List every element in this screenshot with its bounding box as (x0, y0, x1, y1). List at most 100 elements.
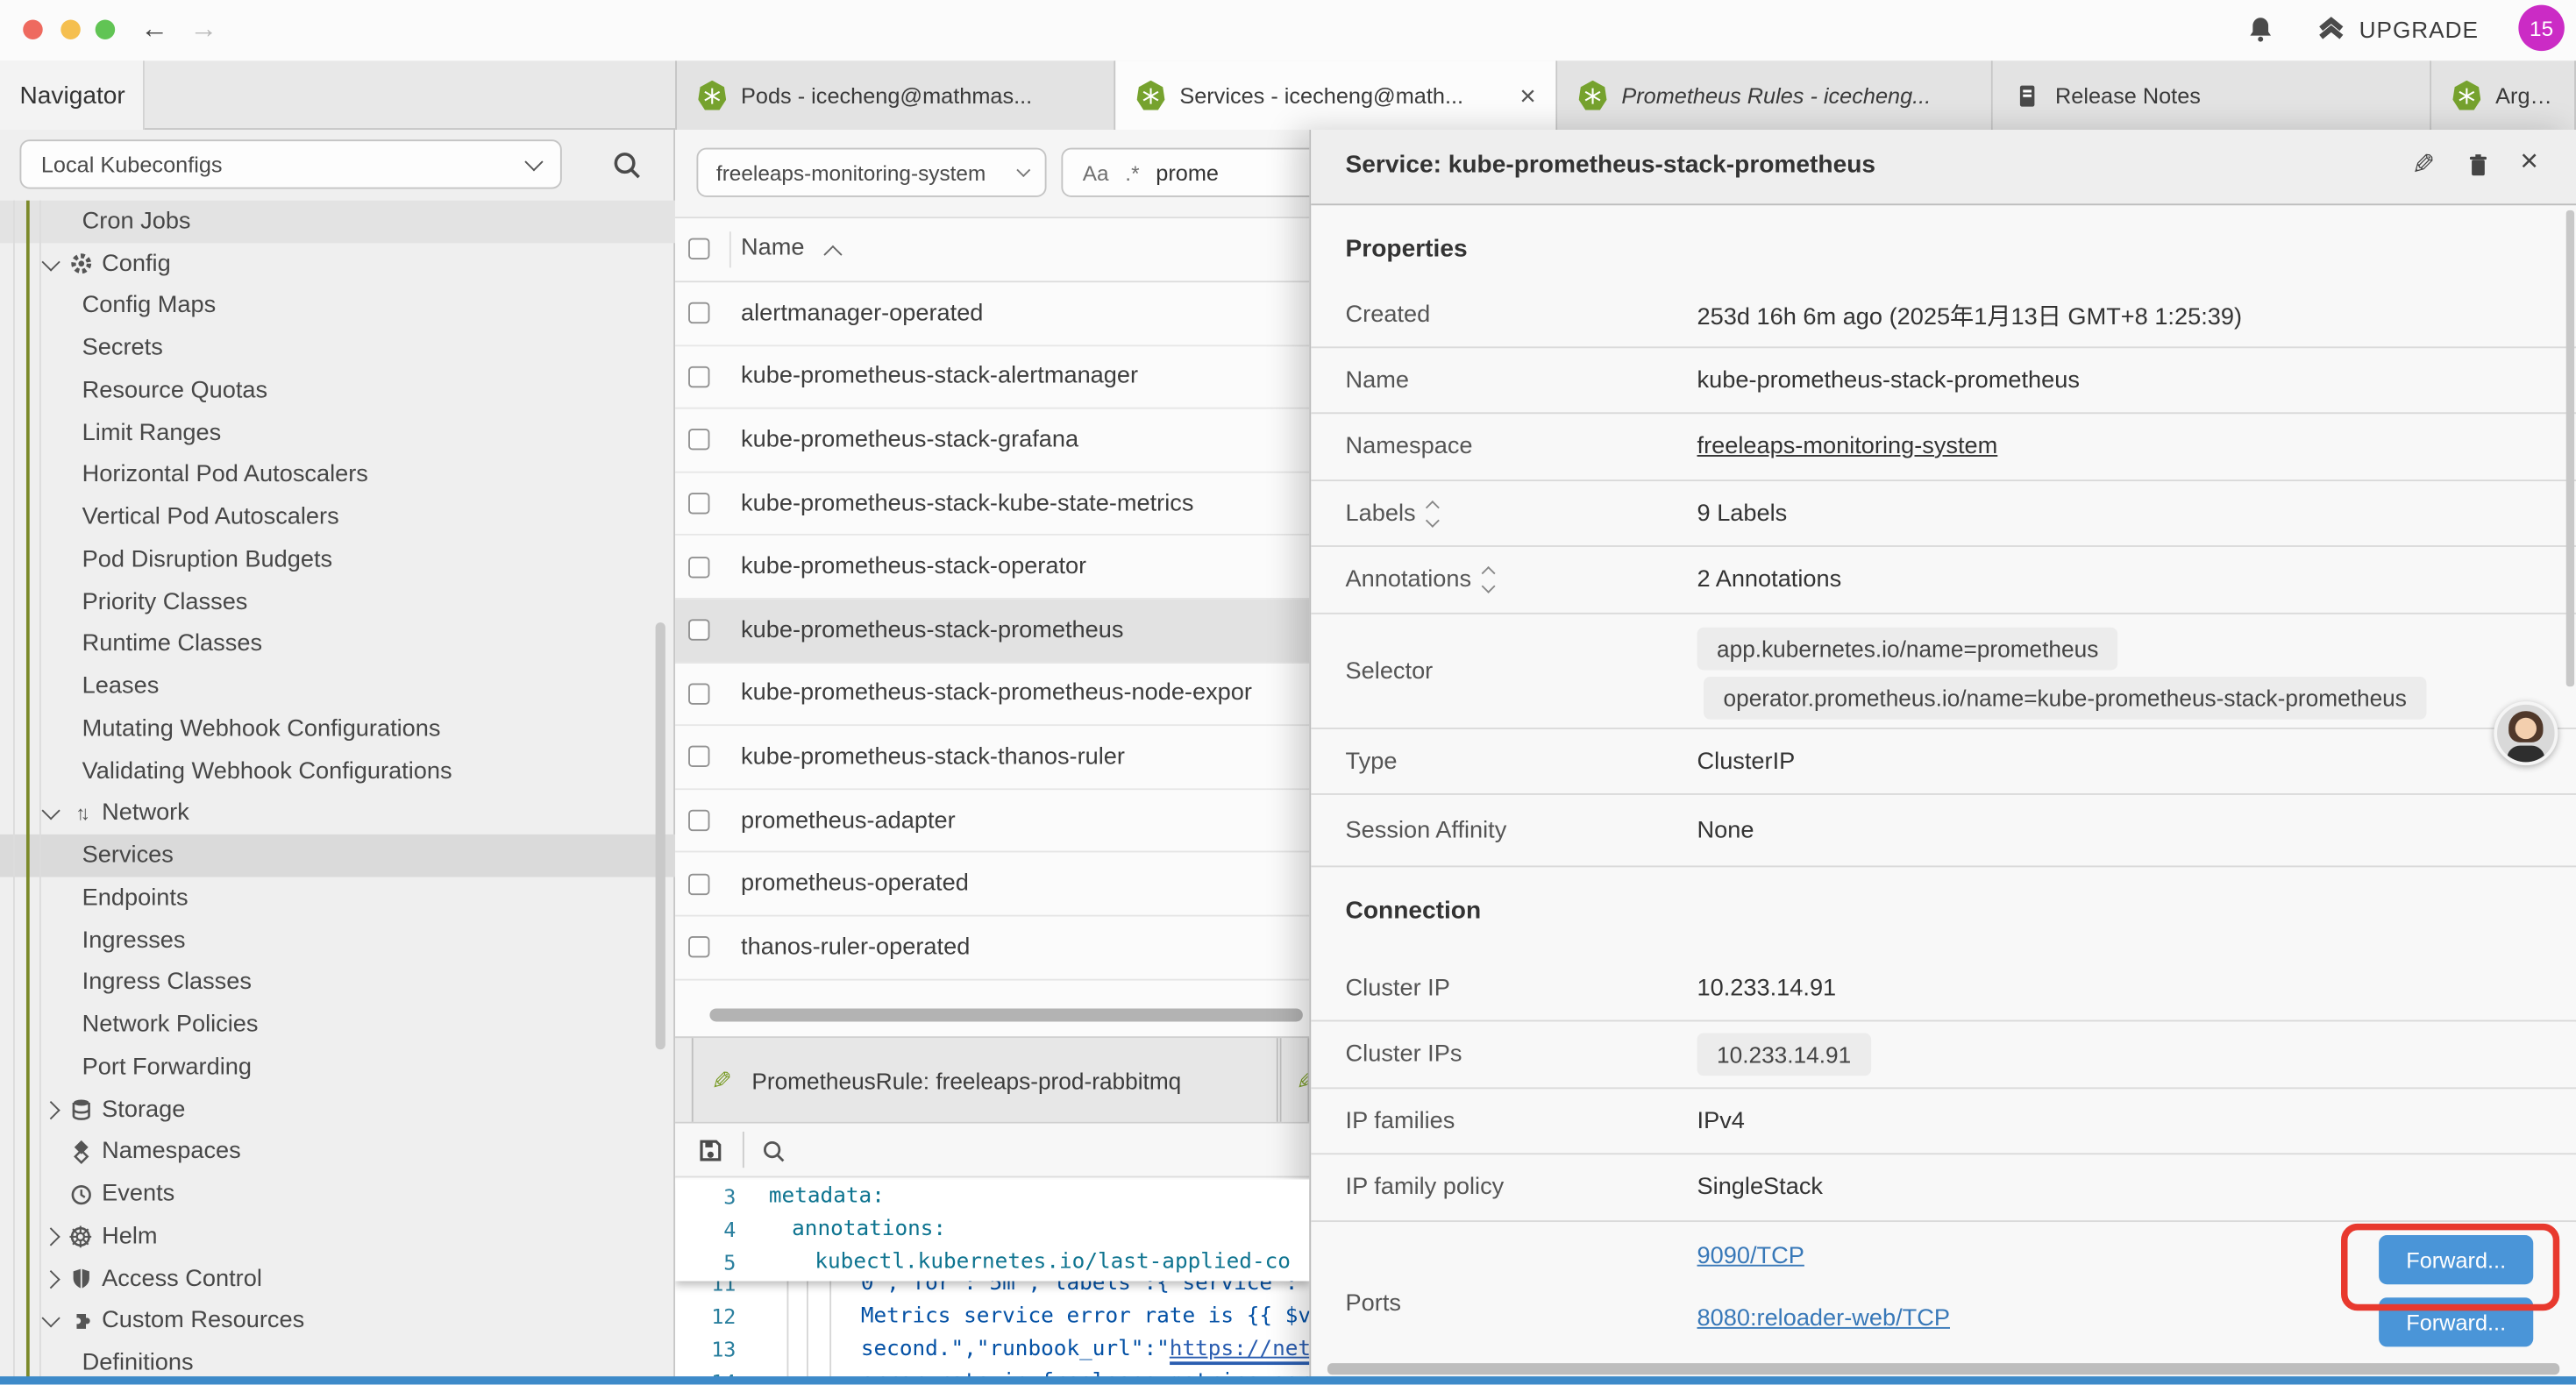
table-row[interactable]: prometheus-operated (675, 853, 1309, 916)
sidebar-item-network-policies[interactable]: Network Policies (0, 1004, 675, 1046)
sidebar-item-mutating-webhook-configurations[interactable]: Mutating Webhook Configurations (0, 708, 675, 750)
save-icon[interactable] (696, 1137, 724, 1165)
name-column-header[interactable]: Name (741, 235, 804, 261)
select-all-checkbox[interactable] (688, 238, 709, 259)
tab-prometheus[interactable]: Prometheus Rules - icecheng... (1557, 60, 1993, 130)
notification-badge[interactable]: 15 (2518, 5, 2564, 51)
row-checkbox[interactable] (688, 493, 709, 514)
sidebar-item-services[interactable]: Services (0, 835, 675, 877)
row-checkbox[interactable] (688, 747, 709, 768)
table-row[interactable]: kube-prometheus-stack-kube-state-metrics (675, 472, 1309, 536)
sidebar-item-resource-quotas[interactable]: Resource Quotas (0, 370, 675, 412)
navigator-panel-tab[interactable]: Navigator (0, 60, 145, 130)
sidebar-item-vertical-pod-autoscalers[interactable]: Vertical Pod Autoscalers (0, 496, 675, 538)
close-tab-icon[interactable]: × (1519, 82, 1536, 110)
match-case-toggle[interactable]: Aa (1083, 160, 1109, 185)
sidebar-item-runtime-classes[interactable]: Runtime Classes (0, 623, 675, 665)
close-icon[interactable]: × (2520, 145, 2538, 181)
chevron-right-icon[interactable] (41, 1226, 60, 1246)
sort-ascending-icon[interactable] (823, 245, 842, 264)
tab-argo[interactable]: Argo Se (2431, 60, 2576, 130)
editor-tab-prometheusrule[interactable]: ✎ PrometheusRule: freeleaps-prod-rabbitm… (692, 1038, 1278, 1122)
table-row[interactable]: alertmanager-operated (675, 282, 1309, 345)
bell-icon[interactable] (2245, 15, 2275, 45)
expand-icon[interactable] (1427, 501, 1437, 524)
sidebar-item-ingresses[interactable]: Ingresses (0, 920, 675, 962)
row-checkbox[interactable] (688, 683, 709, 704)
namespace-selector[interactable]: freeleaps-monitoring-system (696, 148, 1046, 197)
forward-button[interactable]: Forward... (2379, 1297, 2533, 1346)
table-row[interactable]: kube-prometheus-stack-operator (675, 536, 1309, 600)
kubeconfig-selector[interactable]: Local Kubeconfigs (19, 139, 561, 188)
sidebar-item-helm[interactable]: Helm (0, 1216, 675, 1258)
upgrade-button[interactable]: UPGRADE (2315, 15, 2479, 45)
sidebar-item-priority-classes[interactable]: Priority Classes (0, 581, 675, 623)
sidebar-item-port-forwarding[interactable]: Port Forwarding (0, 1047, 675, 1089)
sidebar-item-ingress-classes[interactable]: Ingress Classes (0, 962, 675, 1004)
sidebar-item-config-maps[interactable]: Config Maps (0, 285, 675, 327)
row-checkbox[interactable] (688, 366, 709, 387)
chevron-right-icon[interactable] (41, 1100, 60, 1119)
minimize-window-button[interactable] (60, 19, 80, 39)
close-window-button[interactable] (23, 19, 42, 39)
sidebar-item-endpoints[interactable]: Endpoints (0, 877, 675, 920)
sidebar-item-custom-resources[interactable]: Custom Resources (0, 1300, 675, 1342)
sidebar-scrollbar[interactable] (656, 622, 665, 1049)
tab-pods[interactable]: Pods - icecheng@mathmas... (675, 60, 1115, 130)
sidebar-item-config[interactable]: Config (0, 243, 675, 285)
editor-search-icon[interactable] (761, 1138, 787, 1164)
sidebar-item-leases[interactable]: Leases (0, 665, 675, 707)
table-search-input[interactable]: Aa .* prome (1061, 148, 1324, 197)
row-checkbox[interactable] (688, 873, 709, 894)
regex-toggle[interactable]: .* (1125, 160, 1139, 185)
sidebar-item-validating-webhook-configurations[interactable]: Validating Webhook Configurations (0, 750, 675, 792)
sidebar-item-access-control[interactable]: Access Control (0, 1258, 675, 1300)
row-checkbox[interactable] (688, 936, 709, 957)
row-checkbox[interactable] (688, 430, 709, 451)
avatar[interactable] (2494, 701, 2558, 765)
sidebar-item-secrets[interactable]: Secrets (0, 327, 675, 369)
chevron-down-icon[interactable] (41, 1311, 60, 1331)
back-arrow-icon[interactable]: ← (135, 10, 174, 49)
table-row[interactable]: thanos-ruler-operated (675, 916, 1309, 979)
row-checkbox[interactable] (688, 810, 709, 831)
sidebar-item-storage[interactable]: Storage (0, 1089, 675, 1131)
namespace-link[interactable]: freeleaps-monitoring-system (1697, 434, 1998, 460)
sidebar-item-namespaces[interactable]: Namespaces (0, 1131, 675, 1173)
sidebar-item-cron-jobs[interactable]: Cron Jobs (0, 201, 675, 243)
maximize-window-button[interactable] (96, 19, 115, 39)
trash-icon[interactable] (2465, 151, 2493, 179)
table-row[interactable]: kube-prometheus-stack-grafana (675, 409, 1309, 472)
table-row[interactable]: kube-prometheus-stack-prometheus-node-ex… (675, 663, 1309, 726)
forward-arrow-icon[interactable]: → (184, 10, 224, 49)
sidebar-item-pod-disruption-budgets[interactable]: Pod Disruption Budgets (0, 539, 675, 581)
row-checkbox[interactable] (688, 302, 709, 323)
row-checkbox[interactable] (688, 557, 709, 578)
sidebar-item-label: Leases (82, 673, 160, 700)
table-row[interactable]: kube-prometheus-stack-alertmanager (675, 346, 1309, 409)
yaml-editor[interactable]: 110","for":"5m","labels":{"service":12Me… (675, 1179, 1309, 1384)
table-horizontal-scrollbar[interactable] (709, 1008, 1302, 1021)
drawer-horizontal-scrollbar[interactable] (1327, 1363, 2559, 1374)
drawer-vertical-scrollbar[interactable] (2566, 210, 2574, 686)
chevron-down-icon[interactable] (41, 254, 60, 273)
tab-release[interactable]: Release Notes (1993, 60, 2431, 130)
table-row[interactable]: kube-prometheus-stack-thanos-ruler (675, 726, 1309, 789)
port-link[interactable]: 9090/TCP (1697, 1243, 1804, 1269)
expand-icon[interactable] (1483, 568, 1492, 591)
edit-pencil-icon[interactable]: ✎ (2412, 150, 2436, 182)
port-link[interactable]: 8080:reloader-web/TCP (1697, 1306, 1950, 1332)
chevron-right-icon[interactable] (41, 1269, 60, 1289)
sidebar-item-horizontal-pod-autoscalers[interactable]: Horizontal Pod Autoscalers (0, 454, 675, 496)
chevron-down-icon[interactable] (41, 804, 60, 823)
editor-tab-partial[interactable]: ✎ (1280, 1038, 1310, 1122)
forward-button[interactable]: Forward... (2379, 1235, 2533, 1284)
table-row[interactable]: prometheus-adapter (675, 790, 1309, 853)
sidebar-item-network[interactable]: ↑↓Network (0, 792, 675, 835)
table-row[interactable]: kube-prometheus-stack-prometheus (675, 600, 1309, 663)
row-checkbox[interactable] (688, 620, 709, 641)
sidebar-item-limit-ranges[interactable]: Limit Ranges (0, 412, 675, 454)
sidebar-search-icon[interactable] (611, 150, 643, 181)
tab-services[interactable]: Services - icecheng@math...× (1115, 60, 1557, 130)
sidebar-item-events[interactable]: Events (0, 1173, 675, 1215)
